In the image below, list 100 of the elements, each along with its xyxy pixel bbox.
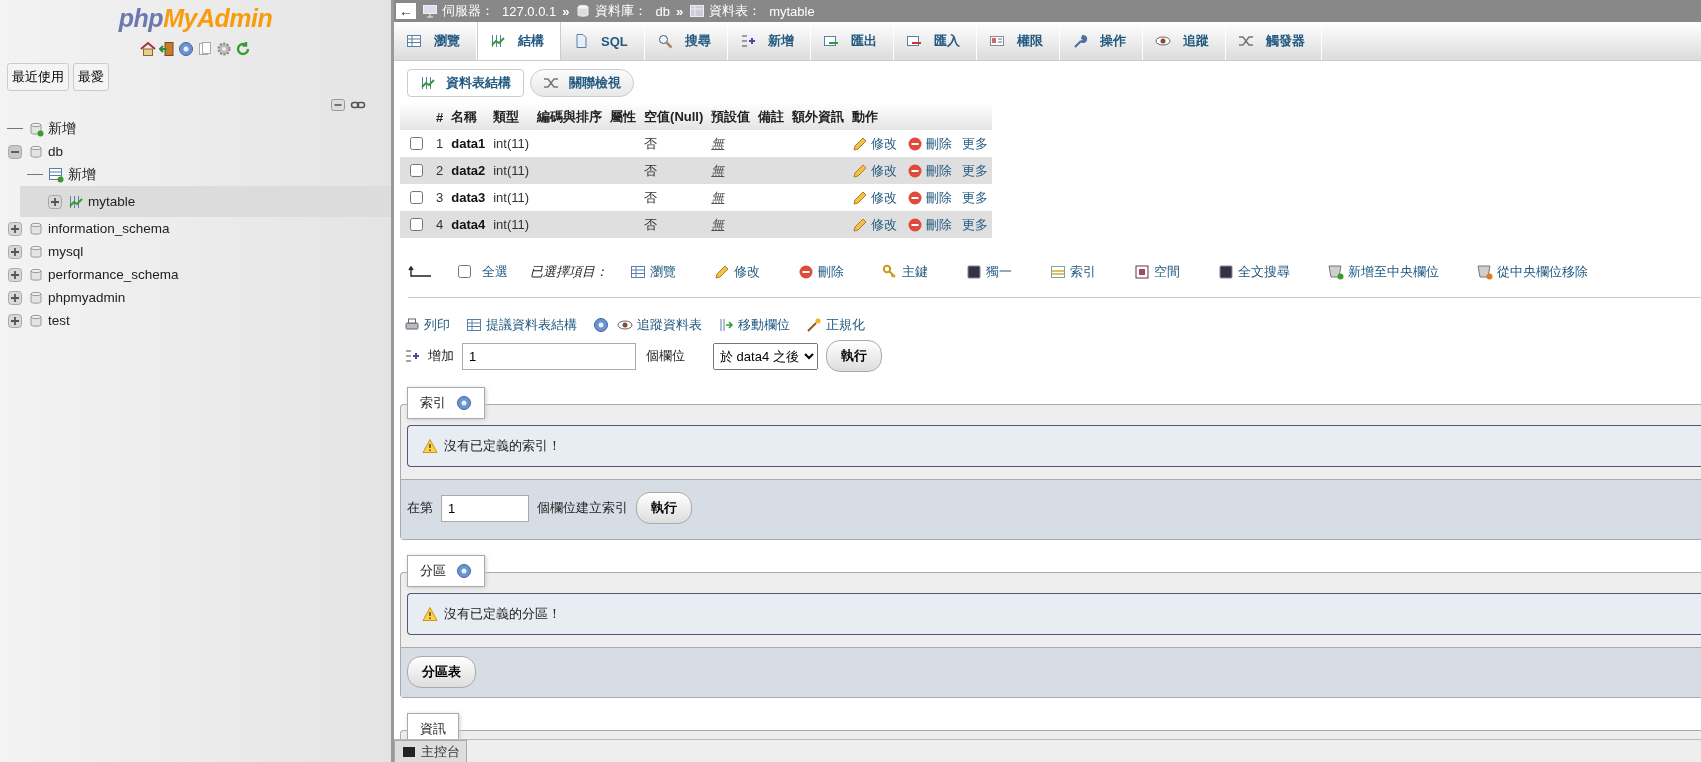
- home-icon[interactable]: [140, 41, 156, 57]
- tab[interactable]: 匯入: [893, 22, 977, 60]
- action-link[interactable]: 更多: [962, 188, 989, 207]
- column-header[interactable]: 名稱: [447, 103, 490, 130]
- action-link[interactable]: 刪除: [907, 134, 953, 153]
- tree-item[interactable]: performance_schema: [0, 263, 391, 286]
- tool-link[interactable]: 列印: [404, 316, 450, 334]
- expand-icon[interactable]: [47, 193, 63, 210]
- tab[interactable]: 追蹤: [1142, 22, 1226, 60]
- column-header[interactable]: 備註: [754, 103, 789, 130]
- column-count-field[interactable]: 1: [462, 342, 636, 370]
- tab[interactable]: 結構: [477, 22, 561, 60]
- expand-icon[interactable]: [7, 266, 23, 283]
- tab[interactable]: SQL: [561, 22, 645, 60]
- row-checkbox[interactable]: [410, 164, 423, 177]
- tree-item[interactable]: 新增: [0, 163, 391, 186]
- row-checkbox[interactable]: [410, 137, 423, 150]
- tree-item[interactable]: db: [0, 140, 391, 163]
- row-checkbox[interactable]: [410, 218, 423, 231]
- bulk-action-link[interactable]: 全文搜尋: [1218, 262, 1290, 281]
- tool-link[interactable]: 追蹤資料表: [617, 316, 702, 334]
- tree-item[interactable]: information_schema: [0, 217, 391, 240]
- column-header[interactable]: 預設值: [707, 103, 755, 130]
- expand-icon[interactable]: [7, 220, 23, 237]
- tree-item[interactable]: mysql: [0, 240, 391, 263]
- bulk-action-link[interactable]: 主鍵: [882, 262, 928, 281]
- bulk-action-link[interactable]: 索引: [1050, 262, 1096, 281]
- column-header[interactable]: 空值(Null): [640, 103, 708, 130]
- breadcrumb-link[interactable]: 資料庫： db: [575, 2, 670, 20]
- action-link[interactable]: 刪除: [907, 161, 953, 180]
- help-icon[interactable]: [593, 317, 609, 333]
- breadcrumb-link[interactable]: 伺服器： 127.0.0.1: [422, 2, 557, 20]
- help-icon[interactable]: [178, 41, 194, 57]
- tool-link[interactable]: 移動欄位: [718, 316, 790, 334]
- gear-icon[interactable]: [216, 41, 232, 57]
- tool-link[interactable]: 正規化: [806, 316, 865, 334]
- partition-button[interactable]: 分區表: [407, 656, 476, 688]
- subtab[interactable]: 關聯檢視: [530, 69, 634, 97]
- bulk-action-link[interactable]: 獨一: [966, 262, 1012, 281]
- select-all-checkbox[interactable]: [458, 265, 471, 278]
- column-header[interactable]: 類型: [489, 103, 534, 130]
- sidebar-button[interactable]: 最近使用: [7, 63, 69, 91]
- bulk-action-link[interactable]: 新增至中央欄位: [1328, 262, 1439, 281]
- breadcrumb-link[interactable]: 資料表： mytable: [689, 2, 815, 20]
- table-cell: 無: [707, 157, 755, 184]
- action-link[interactable]: 更多: [962, 161, 989, 180]
- action-link[interactable]: 修改: [852, 188, 898, 207]
- action-link[interactable]: 刪除: [907, 215, 953, 234]
- door-icon[interactable]: [159, 41, 175, 57]
- bulk-action-link[interactable]: 從中央欄位移除: [1477, 262, 1588, 281]
- tab[interactable]: 操作: [1059, 22, 1143, 60]
- go-button[interactable]: 執行: [636, 492, 692, 524]
- subtab[interactable]: 資料表結構: [407, 69, 524, 97]
- sidebar-button[interactable]: 最愛: [73, 63, 109, 91]
- console-tab[interactable]: 主控台: [394, 740, 467, 762]
- expand-icon[interactable]: [7, 243, 23, 260]
- section-legend: 分區: [407, 555, 485, 587]
- help-icon[interactable]: [456, 563, 472, 579]
- tab[interactable]: 匯出: [810, 22, 894, 60]
- logo[interactable]: phpMyAdmin: [118, 4, 273, 33]
- tab[interactable]: 權限: [976, 22, 1060, 60]
- column-header[interactable]: #: [432, 103, 448, 130]
- action-link[interactable]: 修改: [852, 134, 898, 153]
- tree-item[interactable]: 新增: [0, 117, 391, 140]
- bulk-action-link[interactable]: 空間: [1134, 262, 1180, 281]
- tab[interactable]: 觸發器: [1225, 22, 1322, 60]
- row-checkbox[interactable]: [410, 191, 423, 204]
- action-link[interactable]: 更多: [962, 134, 989, 153]
- action-link[interactable]: 修改: [852, 161, 898, 180]
- action-link[interactable]: 更多: [962, 215, 989, 234]
- position-select[interactable]: 於 data4 之後: [713, 342, 818, 370]
- help-icon[interactable]: [456, 395, 472, 411]
- database-icon: [575, 3, 592, 19]
- column-header[interactable]: 動作: [848, 103, 993, 130]
- printer-icon: [404, 317, 420, 333]
- expand-icon[interactable]: [7, 289, 23, 306]
- bulk-action-link[interactable]: 刪除: [798, 262, 844, 281]
- collapse-icon[interactable]: [330, 97, 346, 113]
- bulk-action-link[interactable]: 瀏覽: [630, 262, 676, 281]
- column-count-field[interactable]: 1: [441, 494, 529, 522]
- basket-icon: [1477, 263, 1493, 280]
- tree-item[interactable]: phpmyadmin: [0, 286, 391, 309]
- tab[interactable]: 新增: [727, 22, 811, 60]
- tool-link[interactable]: 提議資料表結構: [466, 316, 577, 334]
- checkbox-label[interactable]: 全選: [482, 262, 508, 281]
- tree-item[interactable]: test: [0, 309, 391, 332]
- bulk-action-link[interactable]: 修改: [714, 262, 760, 281]
- column-header[interactable]: 屬性: [606, 103, 641, 130]
- column-header[interactable]: 額外資訊: [788, 103, 849, 130]
- tab[interactable]: 搜尋: [644, 22, 728, 60]
- expand-icon[interactable]: [7, 312, 23, 329]
- collapse-icon[interactable]: [7, 143, 23, 160]
- refresh-icon[interactable]: [235, 41, 251, 57]
- table-icon: [630, 263, 646, 280]
- action-link[interactable]: 刪除: [907, 188, 953, 207]
- go-button[interactable]: 執行: [826, 340, 882, 372]
- column-header[interactable]: 編碼與排序: [533, 103, 607, 130]
- tree-item[interactable]: mytable: [20, 186, 391, 217]
- action-link[interactable]: 修改: [852, 215, 898, 234]
- eye-icon: [1154, 33, 1171, 49]
